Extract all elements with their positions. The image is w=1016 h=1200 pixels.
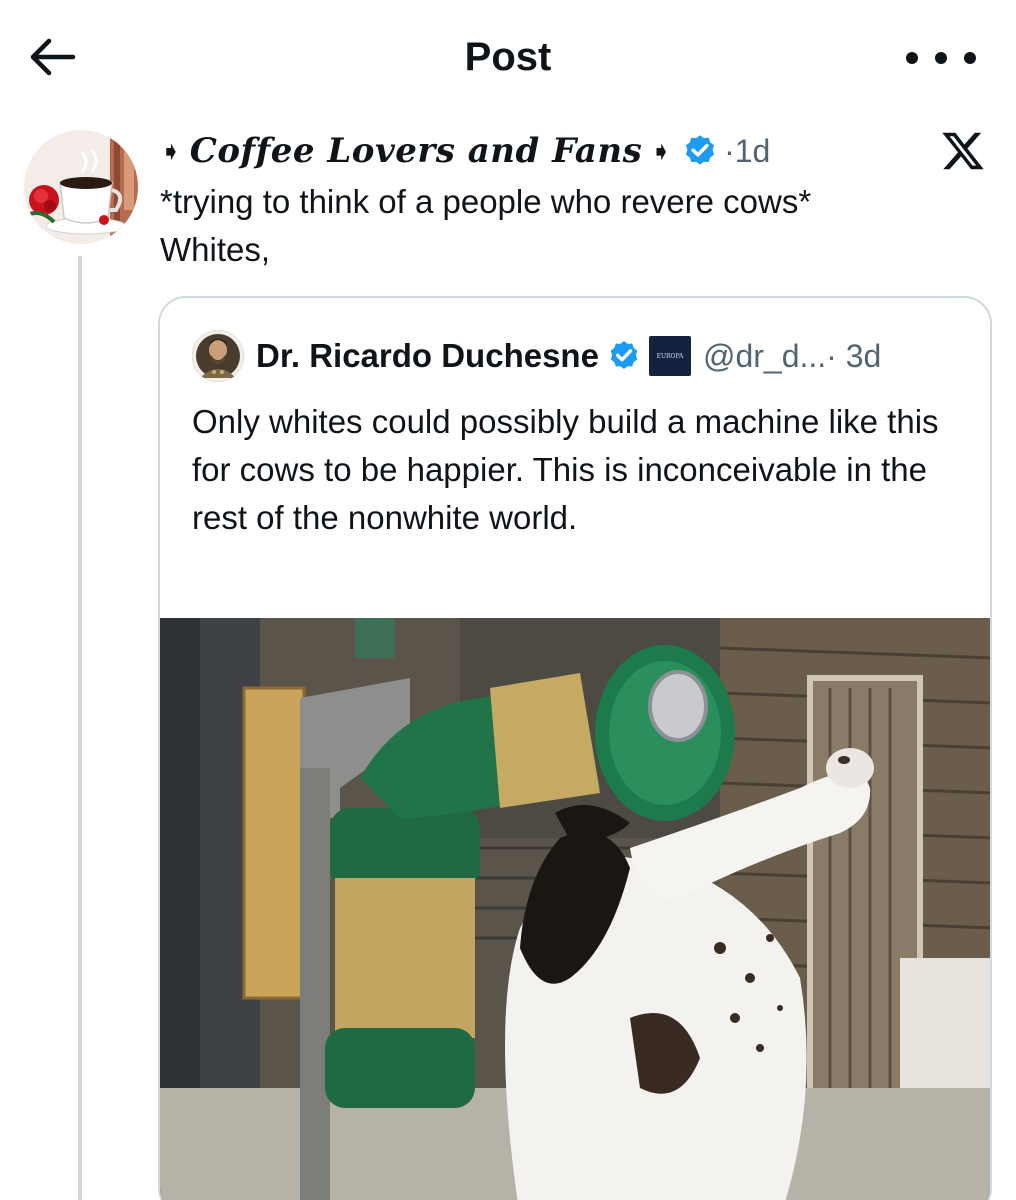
affiliation-badge: EUROPA	[648, 336, 691, 376]
quoted-handle: @dr_d...	[702, 337, 827, 374]
post-text: *trying to think of a people who revere …	[160, 178, 990, 274]
arrow-decoration-icon: ➧	[160, 135, 182, 166]
quoted-post-header: Dr. Ricardo Duchesne EUROPA @dr_d... · 3…	[192, 328, 881, 384]
top-bar: Post	[0, 0, 1016, 110]
coffee-cup-avatar-image	[24, 130, 138, 244]
post-text-line: *trying to think of a people who revere …	[160, 183, 812, 220]
thread-line	[78, 256, 82, 1200]
more-horizontal-icon	[906, 52, 918, 64]
post-header: ➧ Coffee Lovers and Fans ➧ · 1d	[160, 128, 770, 174]
more-horizontal-icon-dot	[964, 52, 976, 64]
verified-badge-icon	[610, 341, 638, 369]
more-options-button[interactable]	[906, 38, 976, 78]
avatar[interactable]	[24, 130, 138, 244]
x-logo-icon	[942, 132, 984, 170]
portrait-avatar-image	[192, 330, 244, 382]
quoted-display-name[interactable]: Dr. Ricardo Duchesne	[256, 337, 599, 375]
post-text-line: Whites,	[160, 231, 271, 268]
video-thumbnail[interactable]	[160, 618, 990, 1200]
quoted-post[interactable]: Dr. Ricardo Duchesne EUROPA @dr_d... · 3…	[158, 296, 992, 1200]
cow-brush-video-frame	[160, 618, 990, 1200]
quoted-avatar	[192, 330, 244, 382]
quoted-text: Only whites could possibly build a machi…	[192, 403, 939, 536]
display-name[interactable]: Coffee Lovers and Fans	[190, 131, 643, 171]
time-separator: ·	[724, 132, 735, 169]
more-horizontal-icon-dot	[935, 52, 947, 64]
arrow-decoration-icon: ➧	[650, 135, 673, 166]
page-title: Post	[464, 35, 552, 79]
post-time[interactable]: 1d	[735, 133, 771, 170]
quoted-time: · 3d	[826, 337, 882, 374]
verified-badge-icon	[685, 135, 715, 165]
